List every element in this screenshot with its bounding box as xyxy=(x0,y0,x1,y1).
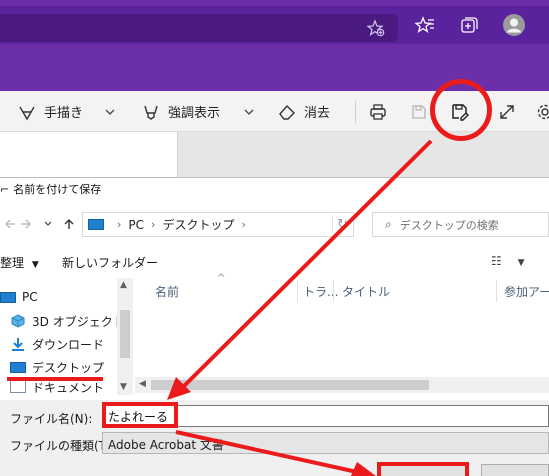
highlight-button[interactable]: 強調表示 xyxy=(142,91,220,132)
nav-item-label: デスクトップ xyxy=(32,360,105,375)
dialog-navigation-bar: › PC › デスクトップ › ↻ ⌕ デスクトップの検索 xyxy=(0,209,549,241)
scroll-up-icon[interactable]: ▲ xyxy=(120,280,127,290)
nav-item-desktop[interactable]: デスクトップ xyxy=(10,356,104,378)
new-folder-button[interactable]: 新しいフォルダー xyxy=(62,254,158,271)
desktop-icon xyxy=(10,361,26,373)
up-arrow-icon[interactable] xyxy=(59,213,79,235)
view-list-icon: ☷ xyxy=(491,254,502,268)
breadcrumb-pc[interactable]: PC xyxy=(128,218,144,232)
scroll-down-icon[interactable]: ▼ xyxy=(120,382,127,392)
search-placeholder: デスクトップの検索 xyxy=(399,218,499,232)
draw-label: 手描き xyxy=(44,106,84,121)
breadcrumb-desktop[interactable]: デスクトップ xyxy=(162,216,234,233)
dialog-command-bar: 整理 ▼ 新しいフォルダー ☷ ▼ xyxy=(0,249,549,275)
download-icon xyxy=(10,337,26,351)
path-separator-icon: › xyxy=(151,218,156,231)
column-title[interactable]: タイトル xyxy=(342,283,390,300)
erase-label: 消去 xyxy=(304,106,331,121)
filetype-label: ファイルの種類(T): xyxy=(10,439,115,453)
nav-item-label: 3D オブジェクト xyxy=(32,314,125,329)
annotation-filename-box xyxy=(102,402,178,428)
annotation-underline xyxy=(7,377,103,381)
gear-icon xyxy=(537,104,549,119)
dialog-app-icon: ⌐ xyxy=(0,182,10,196)
search-icon: ⌕ xyxy=(385,217,392,231)
document-page xyxy=(0,132,178,177)
computer-icon xyxy=(88,219,104,230)
organize-label: 整理 xyxy=(0,256,25,270)
file-list: ^ 名前 トラ... タイトル 参加アーティ ◀ xyxy=(135,273,549,395)
address-bar[interactable] xyxy=(0,14,398,42)
search-input[interactable]: ⌕ デスクトップの検索 xyxy=(372,212,549,237)
save-as-dialog: ⌐ 名前を付けて保存 › PC › デスクトップ › ↻ ⌕ デスクトップの検索 xyxy=(0,177,549,476)
erase-button[interactable]: 消去 xyxy=(278,91,330,132)
draw-button[interactable]: 手描き xyxy=(18,91,83,132)
file-list-scrollbar[interactable]: ◀ xyxy=(135,377,549,393)
favorites-icon[interactable] xyxy=(411,11,439,39)
cancel-button[interactable] xyxy=(481,464,549,476)
scrollbar-thumb[interactable] xyxy=(151,380,429,390)
nav-item-downloads[interactable]: ダウンロード xyxy=(10,333,104,355)
computer-icon xyxy=(0,291,16,303)
forward-arrow-icon[interactable] xyxy=(16,213,36,235)
draw-icon xyxy=(19,106,35,120)
filename-label: ファイル名(N): xyxy=(10,412,93,426)
highlight-options-chevron-icon[interactable] xyxy=(243,91,255,132)
scroll-left-icon[interactable]: ◀ xyxy=(139,379,146,389)
column-artist[interactable]: 参加アーティ xyxy=(504,283,549,300)
draw-options-chevron-icon[interactable] xyxy=(104,91,116,132)
collections-icon[interactable] xyxy=(455,11,483,39)
3d-objects-icon xyxy=(10,314,26,328)
file-list-header: ^ 名前 トラ... タイトル 参加アーティ xyxy=(135,273,549,304)
navigation-scrollbar[interactable]: ▲ ▼ xyxy=(117,278,133,395)
dialog-titlebar: ⌐ 名前を付けて保存 xyxy=(0,178,549,200)
path-separator-icon: › xyxy=(117,218,122,231)
fullscreen-button[interactable] xyxy=(498,91,516,132)
recent-locations-chevron-icon[interactable] xyxy=(38,213,58,235)
nav-item-label: ダウンロード xyxy=(32,337,105,352)
column-divider xyxy=(333,280,334,302)
annotation-circle xyxy=(430,79,492,141)
annotation-save-box xyxy=(377,462,469,476)
nav-item-documents[interactable]: ドキュメント xyxy=(10,379,104,395)
profile-avatar-icon[interactable] xyxy=(500,11,528,39)
eraser-icon xyxy=(279,104,295,120)
address-path[interactable]: › PC › デスクトップ › xyxy=(82,212,354,237)
dialog-title: 名前を付けて保存 xyxy=(13,183,102,196)
new-folder-label: 新しいフォルダー xyxy=(62,256,159,270)
nav-item-3d-objects[interactable]: 3D オブジェクト xyxy=(10,310,125,332)
column-name[interactable]: 名前 xyxy=(155,283,179,300)
filetype-select[interactable]: Adobe Acrobat 文書 xyxy=(102,432,549,454)
organize-button[interactable]: 整理 ▼ xyxy=(0,254,39,271)
add-favorite-icon[interactable] xyxy=(362,14,390,42)
nav-item-label: ドキュメント xyxy=(32,381,105,395)
browser-toolbar xyxy=(0,6,549,44)
path-separator-icon: › xyxy=(241,218,246,231)
highlight-label: 強調表示 xyxy=(168,106,221,121)
toolbar-divider xyxy=(355,101,356,123)
highlight-icon xyxy=(144,105,158,120)
scrollbar-thumb[interactable] xyxy=(120,310,130,358)
column-divider xyxy=(496,280,497,302)
print-button[interactable] xyxy=(369,91,387,132)
documents-icon xyxy=(10,379,26,393)
column-divider xyxy=(297,280,298,302)
settings-button[interactable] xyxy=(536,91,549,132)
nav-item-label: PC xyxy=(22,290,38,304)
chevron-down-icon: ▼ xyxy=(31,260,39,270)
chevron-down-icon: ▼ xyxy=(517,258,525,268)
nav-item-pc[interactable]: PC xyxy=(0,286,38,308)
refresh-icon[interactable]: ↻ xyxy=(332,215,352,233)
sort-indicator-icon: ^ xyxy=(217,273,226,284)
print-icon xyxy=(370,103,386,120)
save-icon[interactable] xyxy=(411,91,427,132)
view-options-button[interactable]: ☷ ▼ xyxy=(491,254,525,268)
expand-icon xyxy=(500,104,514,119)
